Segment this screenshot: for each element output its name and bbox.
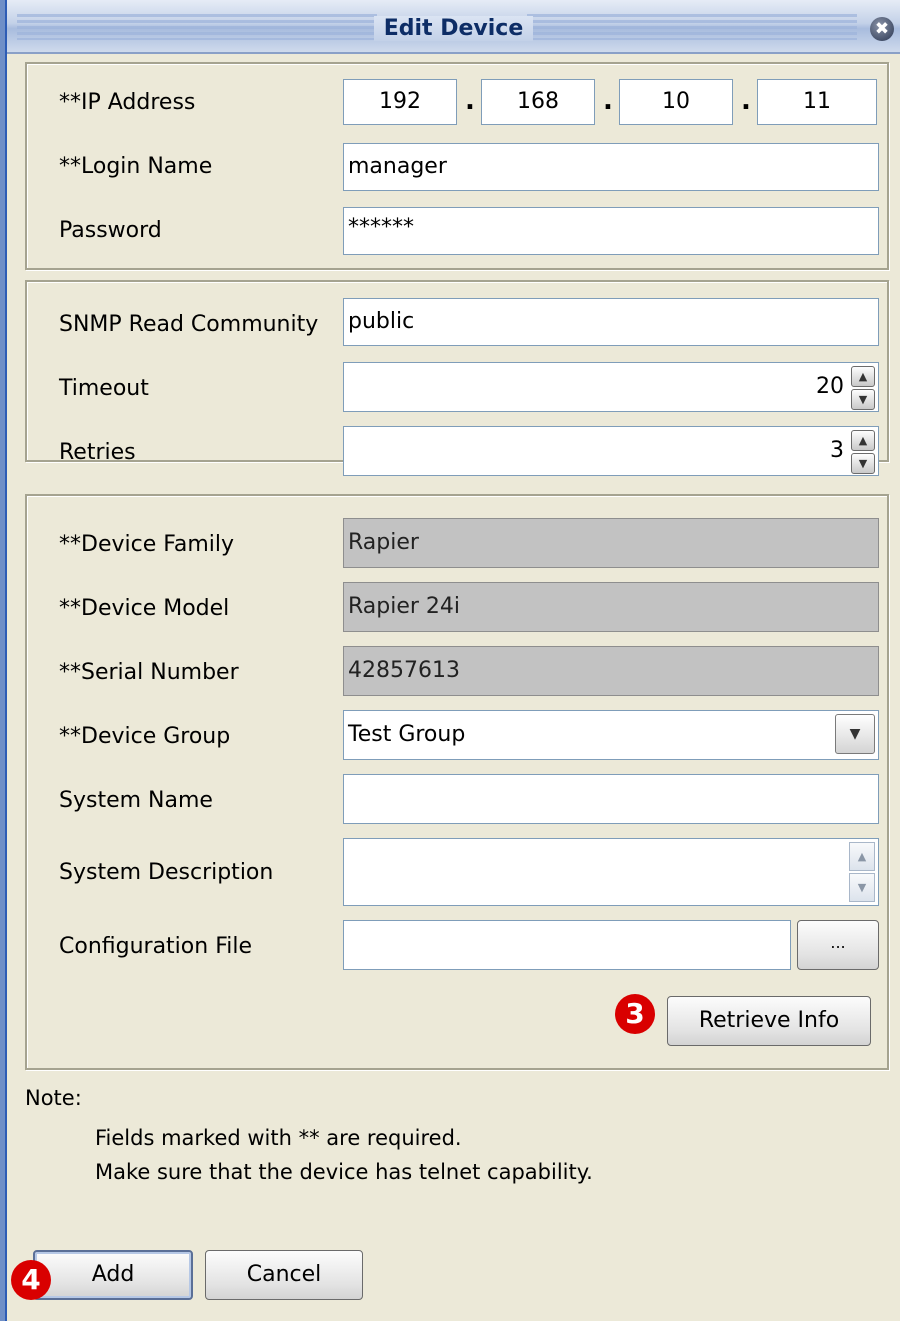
note-heading: Note: bbox=[25, 1086, 82, 1110]
snmp-community-label: SNMP Read Community bbox=[59, 312, 319, 337]
timeout-stepper[interactable]: 20 ▲ ▼ bbox=[343, 362, 879, 412]
device-family-label: **Device Family bbox=[59, 532, 235, 557]
cancel-button[interactable]: Cancel bbox=[205, 1250, 363, 1300]
spin-down-icon[interactable]: ▼ bbox=[851, 389, 875, 410]
system-name-label: System Name bbox=[59, 788, 213, 813]
system-description-label: System Description bbox=[59, 860, 274, 885]
spin-up-icon[interactable]: ▲ bbox=[851, 430, 875, 451]
add-button[interactable]: Add bbox=[33, 1250, 193, 1300]
ip-octet-4-input[interactable]: 11 bbox=[757, 79, 877, 125]
scroll-up-icon[interactable]: ▲ bbox=[849, 842, 875, 871]
retries-value: 3 bbox=[830, 438, 844, 463]
ip-octet-1-input[interactable]: 192 bbox=[343, 79, 457, 125]
device-group-label: **Device Group bbox=[59, 724, 231, 749]
ip-address-label: **IP Address bbox=[59, 90, 196, 115]
callout-badge-3: 3 bbox=[615, 994, 655, 1034]
device-model-label: **Device Model bbox=[59, 596, 230, 621]
retries-stepper[interactable]: 3 ▲ ▼ bbox=[343, 426, 879, 476]
configuration-file-label: Configuration File bbox=[59, 934, 253, 959]
login-name-label: **Login Name bbox=[59, 154, 213, 179]
configuration-file-input[interactable] bbox=[343, 920, 791, 970]
callout-badge-4: 4 bbox=[11, 1260, 51, 1300]
spin-up-icon[interactable]: ▲ bbox=[851, 366, 875, 387]
dialog-title-label: Edit Device bbox=[373, 16, 534, 41]
scroll-down-icon[interactable]: ▼ bbox=[849, 873, 875, 902]
serial-number-label: **Serial Number bbox=[59, 660, 239, 685]
note-line-2: Make sure that the device has telnet cap… bbox=[95, 1160, 593, 1184]
connection-panel: **IP Address 192 . 168 . 10 . 11 **Login… bbox=[25, 62, 889, 270]
spin-down-icon[interactable]: ▼ bbox=[851, 453, 875, 474]
device-family-field: Rapier bbox=[343, 518, 879, 568]
timeout-spinner[interactable]: ▲ ▼ bbox=[851, 366, 875, 410]
browse-button[interactable]: ... bbox=[797, 920, 879, 970]
system-name-input[interactable] bbox=[343, 774, 879, 824]
edit-device-dialog: Edit Device ✖ **IP Address 192 . 168 . 1… bbox=[7, 0, 900, 1321]
snmp-panel: SNMP Read Community public Timeout 20 ▲ … bbox=[25, 280, 889, 476]
retries-label: Retries bbox=[59, 440, 136, 465]
note-line-1: Fields marked with ** are required. bbox=[95, 1126, 462, 1150]
system-description-textarea[interactable]: ▲ ▼ bbox=[343, 838, 879, 906]
close-icon[interactable]: ✖ bbox=[870, 17, 894, 41]
password-input[interactable]: ****** bbox=[343, 207, 879, 255]
dialog-title: Edit Device bbox=[7, 0, 900, 52]
timeout-label: Timeout bbox=[59, 376, 149, 401]
serial-number-field: 42857613 bbox=[343, 646, 879, 696]
ip-separator-3: . bbox=[741, 86, 751, 116]
ip-separator-1: . bbox=[465, 86, 475, 116]
login-name-input[interactable]: manager bbox=[343, 143, 879, 191]
system-description-scrollbar[interactable]: ▲ ▼ bbox=[849, 842, 875, 902]
device-group-select[interactable]: Test Group ▼ bbox=[343, 710, 879, 760]
device-model-field: Rapier 24i bbox=[343, 582, 879, 632]
window-left-border bbox=[0, 0, 7, 1321]
retrieve-info-button[interactable]: Retrieve Info bbox=[667, 996, 871, 1046]
device-group-value: Test Group bbox=[348, 722, 466, 747]
retries-spinner[interactable]: ▲ ▼ bbox=[851, 430, 875, 474]
password-label: Password bbox=[59, 218, 162, 243]
device-info-panel: **Device Family Rapier **Device Model Ra… bbox=[25, 494, 889, 1070]
ip-separator-2: . bbox=[603, 86, 613, 116]
snmp-community-input[interactable]: public bbox=[343, 298, 879, 346]
ip-octet-3-input[interactable]: 10 bbox=[619, 79, 733, 125]
timeout-value: 20 bbox=[816, 374, 844, 399]
ip-octet-2-input[interactable]: 168 bbox=[481, 79, 595, 125]
dropdown-arrow-icon[interactable]: ▼ bbox=[835, 714, 875, 754]
title-bar[interactable]: Edit Device ✖ bbox=[7, 0, 900, 54]
